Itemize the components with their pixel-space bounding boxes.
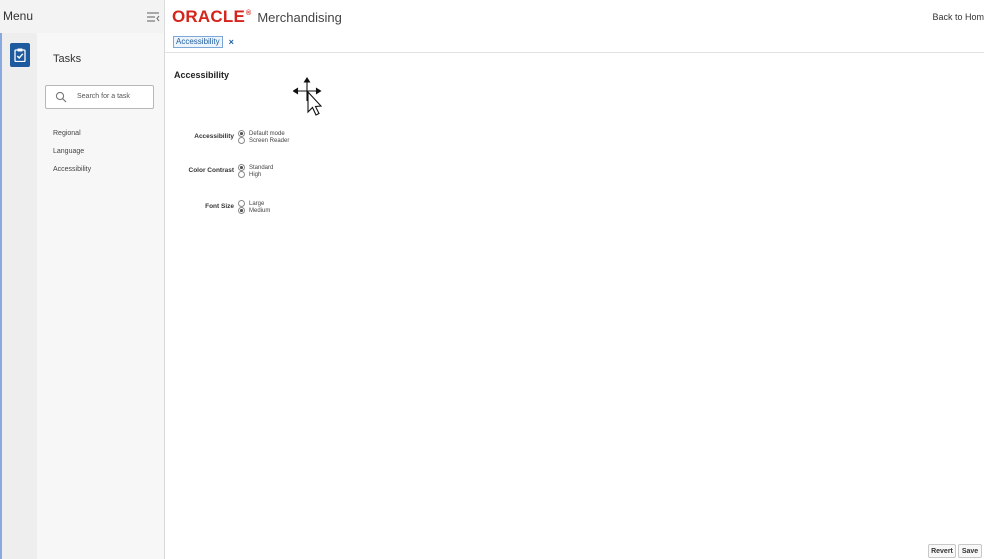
tab-accessibility[interactable]: Accessibility × — [173, 36, 234, 48]
radio-option[interactable]: High — [238, 171, 273, 178]
option-label: High — [249, 171, 262, 178]
radio-button-checked[interactable] — [238, 164, 245, 171]
app-name: Merchandising — [257, 9, 342, 25]
task-item-language[interactable]: Language — [53, 146, 91, 164]
menu-header: Menu — [0, 0, 165, 33]
field-label: Color Contrast — [188, 167, 235, 174]
task-item-accessibility[interactable]: Accessibility — [53, 164, 91, 182]
radio-option[interactable]: Standard — [238, 164, 273, 171]
save-button[interactable]: Save — [958, 544, 982, 558]
radio-option[interactable]: Large — [238, 200, 270, 207]
tab-strip: Accessibility × — [165, 33, 984, 53]
radio-button[interactable] — [238, 171, 245, 178]
page-title: Accessibility — [174, 70, 230, 80]
radio-option[interactable]: Medium — [238, 207, 270, 214]
task-list: Regional Language Accessibility — [53, 128, 91, 182]
color-contrast-field: Color Contrast Standard High — [170, 164, 273, 178]
option-label: Default mode — [249, 130, 285, 137]
brand: ORACLE® Merchandising — [172, 7, 342, 26]
accessibility-options: Default mode Screen Reader — [238, 130, 289, 144]
search-placeholder: Search for a task — [77, 93, 130, 100]
top-bar: Menu ORACLE® Merchandising Back to Hom — [0, 0, 984, 33]
tasks-title: Tasks — [53, 53, 82, 65]
option-label: Standard — [249, 164, 274, 171]
move-cursor-icon — [293, 77, 323, 116]
radio-button-checked[interactable] — [238, 130, 245, 137]
oracle-logo: ORACLE® — [172, 7, 252, 26]
search-icon — [55, 91, 67, 103]
radio-option[interactable]: Default mode — [238, 130, 289, 137]
option-label: Medium — [249, 207, 271, 214]
menu-label: Menu — [3, 9, 34, 23]
task-panel: Tasks Search for a task Regional Languag… — [37, 33, 165, 559]
radio-button[interactable] — [238, 137, 245, 144]
tasks-rail-button[interactable] — [10, 43, 30, 67]
font-size-options: Large Medium — [238, 200, 270, 214]
search-input[interactable]: Search for a task — [45, 85, 154, 109]
task-item-regional[interactable]: Regional — [53, 128, 91, 146]
radio-button-checked[interactable] — [238, 207, 245, 214]
option-label: Large — [249, 200, 265, 207]
revert-button[interactable]: Revert — [928, 544, 956, 558]
option-label: Screen Reader — [249, 137, 290, 144]
back-to-home-link[interactable]: Back to Hom — [932, 12, 984, 22]
accessibility-field: Accessibility Default mode Screen Reader — [170, 130, 289, 144]
font-size-field: Font Size Large Medium — [170, 200, 270, 214]
color-contrast-options: Standard High — [238, 164, 273, 178]
tab-label[interactable]: Accessibility — [173, 36, 223, 48]
radio-button[interactable] — [238, 200, 245, 207]
radio-option[interactable]: Screen Reader — [238, 137, 289, 144]
field-label: Accessibility — [194, 133, 234, 140]
close-icon[interactable]: × — [229, 37, 234, 47]
clipboard-check-icon — [14, 48, 26, 62]
field-label: Font Size — [205, 203, 234, 210]
collapse-menu-icon[interactable] — [146, 10, 160, 24]
icon-rail — [0, 33, 37, 559]
